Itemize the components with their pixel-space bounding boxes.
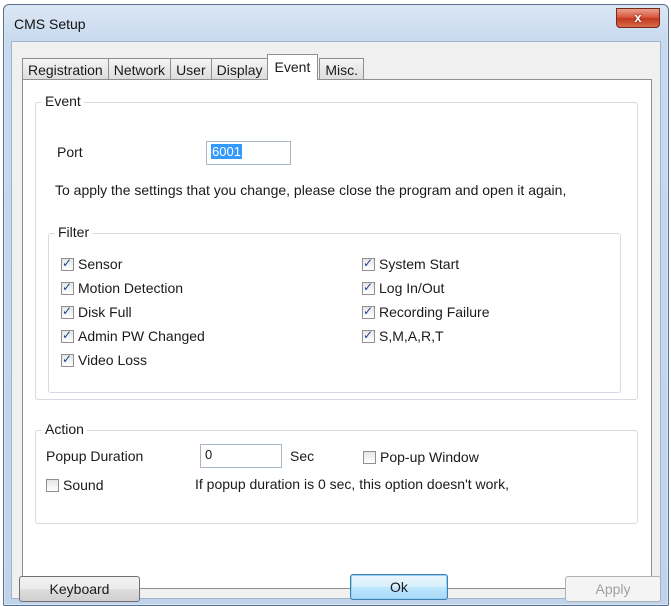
event-group-label: Event (42, 93, 84, 109)
sec-unit-label: Sec (290, 448, 315, 464)
event-group: Event Port 6001 To apply the settings th… (35, 93, 638, 400)
sound-checkbox[interactable]: Sound (46, 477, 103, 493)
checkbox-label: System Start (379, 256, 460, 272)
filter-group: Filter Sensor Motion Detection Disk Full (48, 224, 621, 393)
restart-notice: To apply the settings that you change, p… (55, 182, 567, 198)
close-button[interactable]: x (616, 8, 660, 28)
action-group-label: Action (42, 421, 87, 437)
tab-registration[interactable]: Registration (22, 58, 109, 80)
dialog-client-area: Registration Network User Display Event … (11, 41, 661, 599)
ok-button[interactable]: Ok (350, 574, 448, 600)
checkbox-box (61, 328, 74, 343)
popup-window-checkbox[interactable]: Pop-up Window (363, 449, 479, 465)
checkbox-box (362, 328, 375, 343)
filter-system-start-checkbox[interactable]: System Start (362, 256, 459, 272)
checkbox-box (46, 478, 59, 492)
action-group: Action Popup Duration 0 Sec Pop-up Windo… (35, 421, 638, 524)
checkbox-box (362, 304, 375, 319)
checkbox-box (61, 304, 74, 319)
tab-user[interactable]: User (170, 58, 212, 80)
checkbox-label: Log In/Out (379, 280, 445, 296)
checkbox-box (363, 450, 376, 464)
popup-duration-note: If popup duration is 0 sec, this option … (195, 476, 509, 492)
close-icon: x (634, 10, 642, 25)
filter-log-in-out-checkbox[interactable]: Log In/Out (362, 280, 444, 296)
filter-sensor-checkbox[interactable]: Sensor (61, 256, 122, 272)
popup-duration-input[interactable]: 0 (200, 444, 282, 468)
checkbox-label: Sensor (78, 256, 123, 272)
port-input[interactable]: 6001 (206, 141, 291, 165)
tab-display[interactable]: Display (210, 58, 269, 80)
checkbox-label: Motion Detection (78, 280, 184, 296)
filter-motion-detection-checkbox[interactable]: Motion Detection (61, 280, 183, 296)
filter-recording-failure-checkbox[interactable]: Recording Failure (362, 304, 490, 320)
checkbox-box (362, 256, 375, 271)
filter-disk-full-checkbox[interactable]: Disk Full (61, 304, 132, 320)
checkbox-label: Sound (63, 477, 104, 493)
tab-network[interactable]: Network (107, 58, 172, 80)
window-title: CMS Setup (14, 16, 86, 32)
checkbox-label: S,M,A,R,T (379, 328, 444, 344)
filter-video-loss-checkbox[interactable]: Video Loss (61, 352, 147, 368)
filter-smart-checkbox[interactable]: S,M,A,R,T (362, 328, 444, 344)
filter-group-label: Filter (55, 224, 93, 240)
tab-strip: Registration Network User Display Event … (22, 54, 365, 80)
checkbox-box (61, 256, 74, 271)
tab-misc[interactable]: Misc. (319, 58, 365, 80)
tab-event[interactable]: Event (266, 54, 319, 80)
event-tab-panel: Event Port 6001 To apply the settings th… (22, 79, 652, 589)
checkbox-label: Admin PW Changed (78, 328, 205, 344)
checkbox-box (362, 280, 375, 295)
checkbox-label: Disk Full (78, 304, 132, 320)
checkbox-label: Pop-up Window (380, 449, 479, 465)
checkbox-label: Recording Failure (379, 304, 490, 320)
popup-duration-value: 0 (205, 447, 213, 462)
checkbox-box (61, 352, 74, 367)
keyboard-button[interactable]: Keyboard (19, 576, 140, 602)
filter-admin-pw-changed-checkbox[interactable]: Admin PW Changed (61, 328, 205, 344)
checkbox-label: Video Loss (78, 352, 148, 368)
checkbox-box (61, 280, 74, 295)
cms-setup-window: CMS Setup x Registration Network User Di… (3, 4, 669, 606)
port-value: 6001 (211, 144, 242, 159)
popup-duration-label: Popup Duration (46, 448, 144, 464)
port-label: Port (57, 144, 83, 160)
title-bar[interactable]: CMS Setup x (4, 5, 668, 41)
apply-button[interactable]: Apply (565, 576, 661, 602)
